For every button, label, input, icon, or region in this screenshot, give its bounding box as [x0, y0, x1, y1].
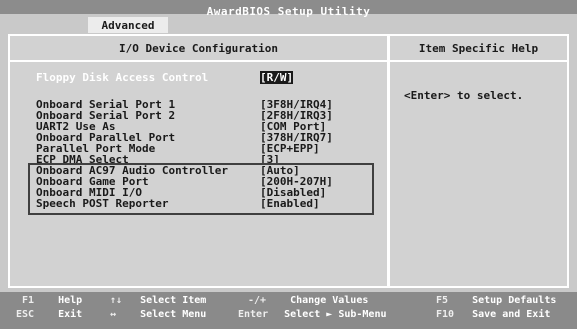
panel-title: I/O Device Configuration	[119, 41, 278, 55]
header-divider	[10, 60, 567, 62]
key-desc: Exit	[58, 309, 83, 320]
key-desc: Change Values	[290, 295, 369, 306]
help-text: <Enter> to select.	[404, 89, 524, 102]
key-desc: Save and Exit	[472, 309, 551, 320]
key-sub-menu: Enter Select ► Sub-Menu	[238, 309, 387, 320]
key-label: ↔	[110, 309, 117, 320]
key-desc: Select Menu	[140, 309, 207, 320]
setting-label: Floppy Disk Access Control	[36, 71, 209, 84]
key-label: ESC	[16, 309, 35, 320]
key-change-values: -/+ Change Values	[248, 295, 368, 306]
tab-advanced[interactable]: Advanced	[88, 17, 168, 33]
key-save-exit: F10 Save and Exit	[436, 309, 550, 320]
key-label: F1	[22, 295, 35, 306]
key-setup-defaults: F5 Setup Defaults	[436, 295, 556, 306]
app-title: AwardBIOS Setup Utility	[206, 5, 371, 18]
key-select-item: ↑↓ Select Item	[110, 295, 206, 306]
key-exit: ESC Exit	[16, 309, 82, 320]
key-desc: Select Item	[140, 295, 207, 306]
setting-value[interactable]: [R/W]	[260, 71, 294, 84]
help-title: Item Specific Help	[418, 41, 539, 55]
key-help: F1 Help	[22, 295, 82, 306]
key-label: -/+	[248, 295, 267, 306]
highlight-box	[28, 163, 374, 215]
key-legend-bar: F1 Help ESC Exit ↑↓ Select Item ↔ Select…	[0, 292, 577, 329]
top-bar: AwardBIOS Setup Utility Advanced	[0, 0, 577, 33]
key-desc: Setup Defaults	[472, 295, 557, 306]
key-label: Enter	[238, 309, 269, 320]
selected-value[interactable]: [R/W]	[260, 71, 294, 84]
key-label: F10	[436, 309, 455, 320]
key-select-menu: ↔ Select Menu	[110, 309, 206, 320]
key-desc: Help	[58, 295, 83, 306]
key-label: ↑↓	[110, 295, 123, 306]
key-label: F5	[436, 295, 449, 306]
vertical-divider	[387, 34, 390, 288]
key-desc: Select ► Sub-Menu	[284, 309, 387, 320]
